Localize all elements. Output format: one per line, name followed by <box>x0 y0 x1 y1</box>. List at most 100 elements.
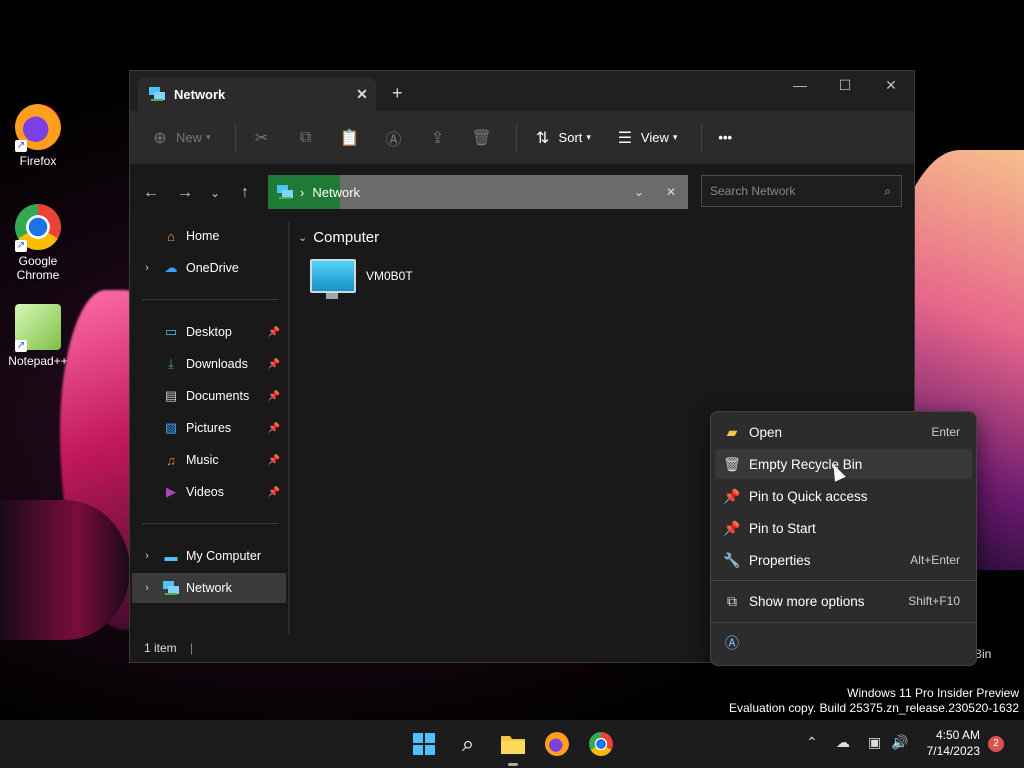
navigation-bar: ← → ⌄ ↑ › Network ⌄ ✕ Search Network ⌕ <box>130 165 914 221</box>
pin-icon[interactable]: 📌 <box>268 359 280 370</box>
command-bar: ⊕ New ▾ ✂ ⧉ 📋 Ⓐ ⇪ 🗑 ⇅ Sort ▾ ☰ View ▾ ••… <box>130 111 914 165</box>
expand-chevron-icon[interactable]: › <box>132 550 162 562</box>
file-explorer-taskbar-button[interactable] <box>497 728 529 766</box>
share-button[interactable]: ⇪ <box>420 121 456 155</box>
volume-icon[interactable]: 🔊 <box>891 734 908 751</box>
copy-button[interactable]: ⧉ <box>288 121 324 155</box>
sidebar-divider <box>142 523 278 524</box>
show-hidden-icons-chevron-icon[interactable]: ⌃ <box>806 734 818 751</box>
sidebar-item-onedrive[interactable]: › ☁ OneDrive <box>132 253 286 283</box>
maximize-button[interactable]: ☐ <box>822 77 868 94</box>
desktop-icon-label: Google Chrome <box>16 254 60 282</box>
rename-icon: Ⓐ <box>725 635 739 651</box>
tab-title: Network <box>174 86 226 102</box>
sidebar-item-downloads[interactable]: ⤓ Downloads 📌 <box>132 349 286 379</box>
sidebar-item-pictures[interactable]: ▧ Pictures 📌 <box>132 413 286 443</box>
pin-icon[interactable]: 📌 <box>268 423 280 434</box>
menu-item-properties[interactable]: 🔧 Properties Alt+Enter <box>715 545 972 575</box>
clock-date: 7/14/2023 <box>926 744 980 758</box>
document-icon: ▤ <box>164 388 178 403</box>
sort-button[interactable]: ⇅ Sort ▾ <box>525 121 599 155</box>
menu-item-pin-quick-access[interactable]: 📌 Pin to Quick access <box>715 481 972 511</box>
search-button[interactable]: ⌕ <box>452 728 484 760</box>
expand-chevron-icon[interactable]: › <box>132 262 162 274</box>
new-button[interactable]: ⊕ New ▾ <box>142 121 219 155</box>
desktop-icon-firefox[interactable]: ↗ Firefox <box>0 104 76 168</box>
expand-chevron-icon[interactable]: › <box>132 582 162 594</box>
menu-item-label: Show more options <box>749 593 865 609</box>
sidebar-item-label: OneDrive <box>186 261 239 275</box>
address-dropdown-chevron-icon[interactable]: ⌄ <box>634 185 644 199</box>
breadcrumb-network[interactable]: Network <box>312 185 360 200</box>
menu-item-show-more-options[interactable]: ⧉ Show more options Shift+F10 <box>715 586 972 616</box>
shortcut-arrow-icon: ↗ <box>15 340 27 352</box>
paste-button[interactable]: 📋 <box>332 121 368 155</box>
up-arrow-icon[interactable]: ↑ <box>228 184 262 202</box>
title-bar: Network ✕ + — ☐ ✕ <box>130 71 914 111</box>
new-label: New <box>176 130 203 145</box>
notification-badge[interactable]: 2 <box>988 736 1004 752</box>
sidebar-item-documents[interactable]: ▤ Documents 📌 <box>132 381 286 411</box>
firefox-taskbar-button[interactable] <box>541 728 573 760</box>
recent-locations-chevron-icon[interactable]: ⌄ <box>202 186 228 200</box>
cut-button[interactable]: ✂ <box>244 121 280 155</box>
collapse-chevron-icon[interactable]: ⌄ <box>298 231 307 244</box>
desktop-icon-notepadpp[interactable]: ↗ Notepad++ <box>0 304 76 368</box>
rename-button[interactable]: Ⓐ <box>376 121 412 155</box>
rename-action-button[interactable]: Ⓐ <box>715 628 749 658</box>
group-header-computer[interactable]: ⌄ Computer <box>298 229 379 246</box>
clock-time: 4:50 AM <box>935 728 980 742</box>
forward-arrow-icon[interactable]: → <box>168 184 202 202</box>
taskbar: ⌕ ⌃ ☁ ▣ 🔊 4:50 AM 7/14/2023 2 <box>0 720 1024 768</box>
onedrive-offline-icon[interactable]: ☁ <box>836 734 850 751</box>
pin-icon[interactable]: 📌 <box>268 487 280 498</box>
sidebar-item-home[interactable]: ⌂ Home <box>132 221 286 251</box>
sidebar-item-desktop[interactable]: ▭ Desktop 📌 <box>132 317 286 347</box>
breadcrumb-separator[interactable]: › <box>300 185 304 200</box>
sidebar-item-music[interactable]: ♫ Music 📌 <box>132 445 286 475</box>
pin-icon[interactable]: 📌 <box>268 391 280 402</box>
windows-logo-icon <box>413 733 435 755</box>
menu-shortcut: Shift+F10 <box>908 594 960 608</box>
menu-item-open[interactable]: ▰ Open Enter <box>715 417 972 447</box>
new-tab-button[interactable]: + <box>392 83 403 104</box>
network-icon <box>149 87 165 101</box>
folder-icon <box>501 736 525 754</box>
sidebar-item-label: Documents <box>186 389 250 403</box>
view-button[interactable]: ☰ View ▾ <box>607 121 685 155</box>
tab-close-icon[interactable]: ✕ <box>348 86 376 103</box>
folder-icon: ▰ <box>726 423 738 440</box>
sidebar-item-my-computer[interactable]: › ▬ My Computer <box>132 541 286 571</box>
chrome-icon: ↗ <box>15 204 61 252</box>
search-placeholder: Search Network <box>710 184 796 198</box>
menu-divider <box>711 622 976 623</box>
pin-icon[interactable]: 📌 <box>268 455 280 466</box>
delete-button[interactable]: 🗑 <box>464 121 500 155</box>
back-arrow-icon[interactable]: ← <box>134 184 168 202</box>
sidebar-item-videos[interactable]: ▶ Videos 📌 <box>132 477 286 507</box>
start-button[interactable] <box>408 728 440 760</box>
search-input[interactable]: Search Network ⌕ <box>701 175 902 207</box>
search-icon: ⌕ <box>884 183 891 198</box>
pin-icon[interactable]: 📌 <box>268 327 280 338</box>
toolbar-divider <box>234 123 236 152</box>
tab-network[interactable]: Network ✕ <box>138 77 376 111</box>
sidebar-item-network[interactable]: › Network <box>132 573 286 603</box>
minimize-button[interactable]: — <box>777 77 823 93</box>
open-external-icon: ⧉ <box>727 592 737 609</box>
network-icon <box>163 581 179 595</box>
network-computer-item[interactable]: VM0B0T <box>310 259 413 299</box>
watermark-line2: Evaluation copy. Build 25375.zn_release.… <box>729 701 1019 715</box>
address-bar[interactable]: › Network ⌄ ✕ <box>268 175 688 209</box>
desktop-icon-chrome[interactable]: ↗ Google Chrome <box>0 204 76 282</box>
clear-address-icon[interactable]: ✕ <box>666 185 676 199</box>
chrome-taskbar-button[interactable] <box>585 728 617 760</box>
menu-item-pin-to-start[interactable]: 📌 Pin to Start <box>715 513 972 543</box>
navigation-pane: ⌂ Home › ☁ OneDrive ▭ Desktop 📌 ⤓ Downlo… <box>130 221 290 634</box>
close-button[interactable]: ✕ <box>868 77 914 94</box>
clock[interactable]: 4:50 AM 7/14/2023 <box>918 727 980 759</box>
view-list-icon: ☰ <box>617 129 633 147</box>
picture-icon: ▧ <box>164 420 178 435</box>
more-options-button[interactable]: ••• <box>710 121 740 155</box>
network-status-icon[interactable]: ▣ <box>868 734 881 751</box>
